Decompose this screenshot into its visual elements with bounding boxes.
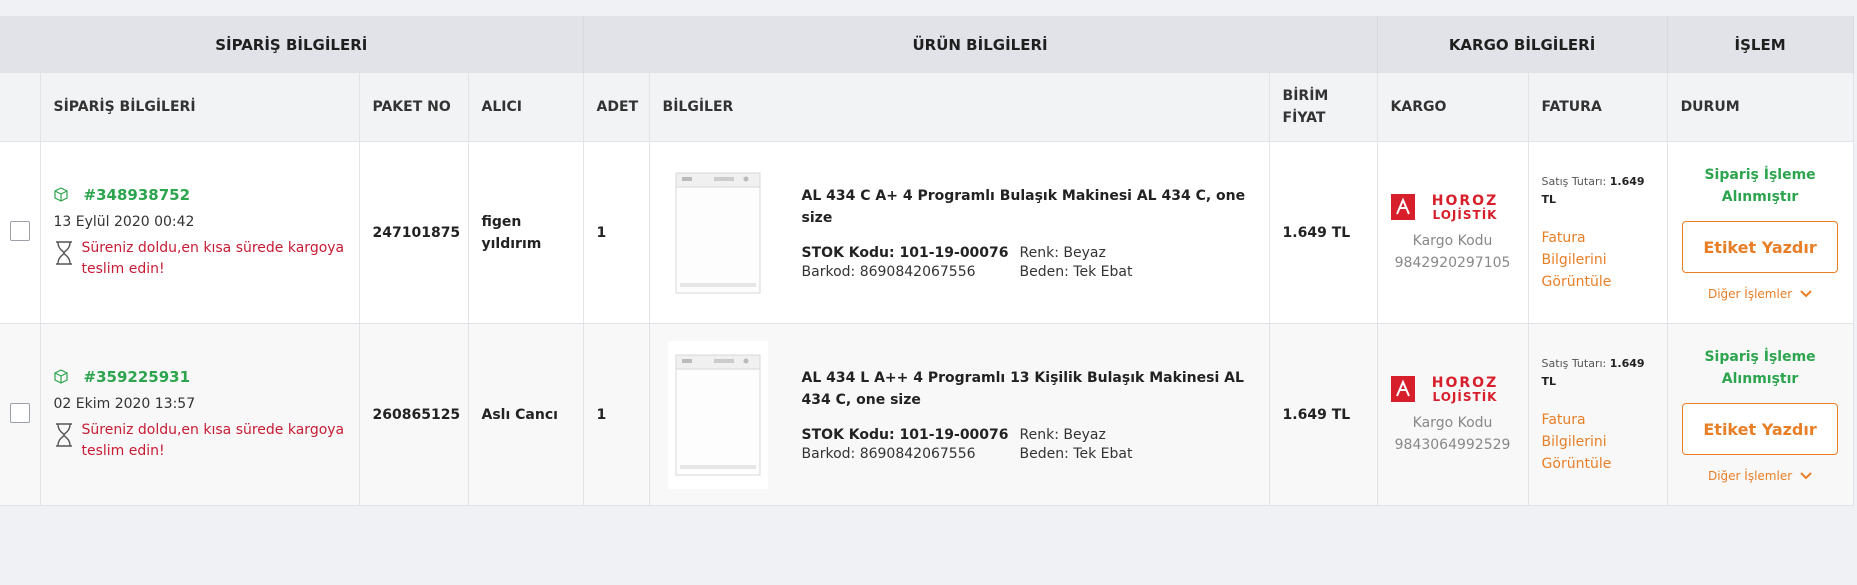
order-info-cell: #359225931 02 Ekim 2020 13:57 Süreniz do… — [40, 323, 360, 506]
svg-text:LOJİSTİK: LOJİSTİK — [1432, 207, 1497, 222]
product-title: AL 434 C A+ 4 Programlı Bulaşık Makinesi… — [801, 188, 1246, 226]
status-cell: Sipariş İşleme Alınmıştır Etiket Yazdır … — [1667, 323, 1854, 506]
print-label-button[interactable]: Etiket Yazdır — [1682, 221, 1839, 273]
order-date: 02 Ekim 2020 13:57 — [53, 395, 196, 412]
cargo-code-label: Kargo Kodu — [1412, 232, 1493, 249]
col-header-alici: ALICI — [468, 73, 584, 142]
cargo-code-label: Kargo Kodu — [1412, 414, 1493, 431]
row-checkbox[interactable] — [9, 402, 30, 423]
col-header-paket-no: PAKET NO — [359, 73, 469, 142]
recipient-name: figen yıldırım — [468, 141, 584, 324]
sales-amount: Satış Tutarı: 1.649 TL — [1541, 356, 1645, 388]
other-actions-dropdown[interactable]: Diğer İşlemler — [1681, 287, 1840, 301]
order-number: #348938752 — [83, 185, 191, 204]
package-icon — [53, 369, 68, 384]
product-image[interactable] — [667, 340, 768, 489]
col-header-adet: ADET — [583, 73, 650, 142]
unit-price: 1.649 TL — [1269, 323, 1378, 506]
other-actions-label: Diğer İşlemler — [1707, 287, 1793, 301]
hourglass-icon — [55, 422, 72, 447]
table-row: #348938752 13 Eylül 2020 00:42 Süreniz d… — [0, 141, 1854, 324]
warning-text: Süreniz doldu,en kısa sürede kargoya tes… — [81, 239, 345, 277]
cargo-cell: HOROZ LOJİSTİK Kargo Kodu 9843064992529 — [1377, 323, 1529, 506]
horoz-lojistik-logo: HOROZ LOJİSTİK — [1390, 375, 1497, 404]
invoice-cell: Satış Tutarı: 1.649 TL Fatura Bilgilerini… — [1528, 323, 1668, 506]
package-icon — [53, 187, 68, 202]
svg-text:HOROZ: HOROZ — [1431, 375, 1497, 391]
status-cell: Sipariş İşleme Alınmıştır Etiket Yazdır … — [1667, 141, 1854, 324]
orders-table-container: SİPARİŞ BİLGİLERİ ÜRÜN BİLGİLERİ KARGO B… — [0, 16, 1854, 506]
table-row: #359225931 02 Ekim 2020 13:57 Süreniz do… — [0, 323, 1854, 506]
deadline-warning: Süreniz doldu,en kısa sürede kargoya tes… — [54, 238, 346, 280]
package-no: 260865125 — [359, 323, 469, 506]
order-date: 13 Eylül 2020 00:42 — [53, 213, 195, 230]
view-invoice-link[interactable]: Fatura Bilgilerini Görüntüle — [1542, 409, 1654, 475]
row-checkbox[interactable] — [9, 220, 30, 241]
product-size: Beden: Tek Ebat — [1019, 446, 1133, 462]
order-status: Sipariş İşleme Alınmıştır — [1704, 349, 1816, 387]
view-invoice-link[interactable]: Fatura Bilgilerini Görüntüle — [1542, 227, 1654, 293]
row-checkbox-cell — [0, 141, 41, 324]
warning-text: Süreniz doldu,en kısa sürede kargoya tes… — [81, 421, 345, 459]
product-color: Renk: Beyaz — [1019, 427, 1106, 443]
cargo-code: 9842920297105 — [1394, 254, 1511, 271]
col-header-bilgiler: BİLGİLER — [649, 73, 1270, 142]
other-actions-dropdown[interactable]: Diğer İşlemler — [1681, 469, 1840, 483]
col-header-fatura: FATURA — [1528, 73, 1668, 142]
header-checkbox-cell — [0, 73, 41, 142]
order-status: Sipariş İşleme Alınmıştır — [1704, 167, 1816, 205]
product-info-cell: AL 434 L A++ 4 Programlı 13 Kişilik Bula… — [649, 323, 1270, 506]
svg-text:HOROZ: HOROZ — [1431, 193, 1497, 209]
other-actions-label: Diğer İşlemler — [1707, 469, 1793, 483]
product-image[interactable] — [667, 158, 768, 307]
group-header-islem: İŞLEM — [1667, 16, 1854, 73]
svg-text:LOJİSTİK: LOJİSTİK — [1432, 389, 1497, 404]
cargo-cell: HOROZ LOJİSTİK Kargo Kodu 9842920297105 — [1377, 141, 1529, 324]
order-number-link[interactable]: #359225931 — [53, 367, 346, 386]
hourglass-icon — [55, 240, 72, 265]
sales-amount: Satış Tutarı: 1.649 TL — [1541, 174, 1645, 206]
group-header-urun: ÜRÜN BİLGİLERİ — [583, 16, 1378, 73]
quantity: 1 — [583, 323, 650, 506]
print-label-button[interactable]: Etiket Yazdır — [1682, 403, 1839, 455]
group-header-siparis: SİPARİŞ BİLGİLERİ — [0, 16, 584, 73]
row-checkbox-cell — [0, 323, 41, 506]
col-header-birim-fiyat: BİRİM FİYAT — [1269, 73, 1378, 142]
recipient-name: Aslı Cancı — [468, 323, 584, 506]
product-title: AL 434 L A++ 4 Programlı 13 Kişilik Bula… — [801, 370, 1244, 408]
col-header-siparis: SİPARİŞ BİLGİLERİ — [40, 73, 360, 142]
stock-code: STOK Kodu: 101-19-00076 — [801, 427, 1009, 443]
product-size: Beden: Tek Ebat — [1019, 264, 1133, 280]
quantity: 1 — [583, 141, 650, 324]
barcode: Barkod: 8690842067556 — [801, 264, 976, 280]
order-number: #359225931 — [83, 367, 191, 386]
col-header-durum: DURUM — [1667, 73, 1854, 142]
horoz-lojistik-logo: HOROZ LOJİSTİK — [1390, 193, 1497, 222]
product-info-cell: AL 434 C A+ 4 Programlı Bulaşık Makinesi… — [649, 141, 1270, 324]
package-no: 247101875 — [359, 141, 469, 324]
group-header-kargo: KARGO BİLGİLERİ — [1377, 16, 1668, 73]
order-number-link[interactable]: #348938752 — [53, 185, 346, 204]
dishwasher-image — [675, 354, 761, 475]
order-info-cell: #348938752 13 Eylül 2020 00:42 Süreniz d… — [40, 141, 360, 324]
product-color: Renk: Beyaz — [1019, 245, 1106, 261]
group-header-row: SİPARİŞ BİLGİLERİ ÜRÜN BİLGİLERİ KARGO B… — [0, 16, 1854, 73]
unit-price: 1.649 TL — [1269, 141, 1378, 324]
deadline-warning: Süreniz doldu,en kısa sürede kargoya tes… — [54, 420, 346, 462]
orders-table: SİPARİŞ BİLGİLERİ ÜRÜN BİLGİLERİ KARGO B… — [0, 16, 1854, 506]
invoice-cell: Satış Tutarı: 1.649 TL Fatura Bilgilerini… — [1528, 141, 1668, 324]
cargo-code: 9843064992529 — [1394, 436, 1511, 453]
chevron-down-icon — [1800, 290, 1812, 298]
col-header-kargo: KARGO — [1377, 73, 1529, 142]
chevron-down-icon — [1800, 472, 1812, 480]
column-header-row: SİPARİŞ BİLGİLERİ PAKET NO ALICI ADET Bİ… — [0, 73, 1854, 142]
barcode: Barkod: 8690842067556 — [801, 446, 976, 462]
stock-code: STOK Kodu: 101-19-00076 — [801, 245, 1009, 261]
dishwasher-image — [675, 172, 761, 293]
